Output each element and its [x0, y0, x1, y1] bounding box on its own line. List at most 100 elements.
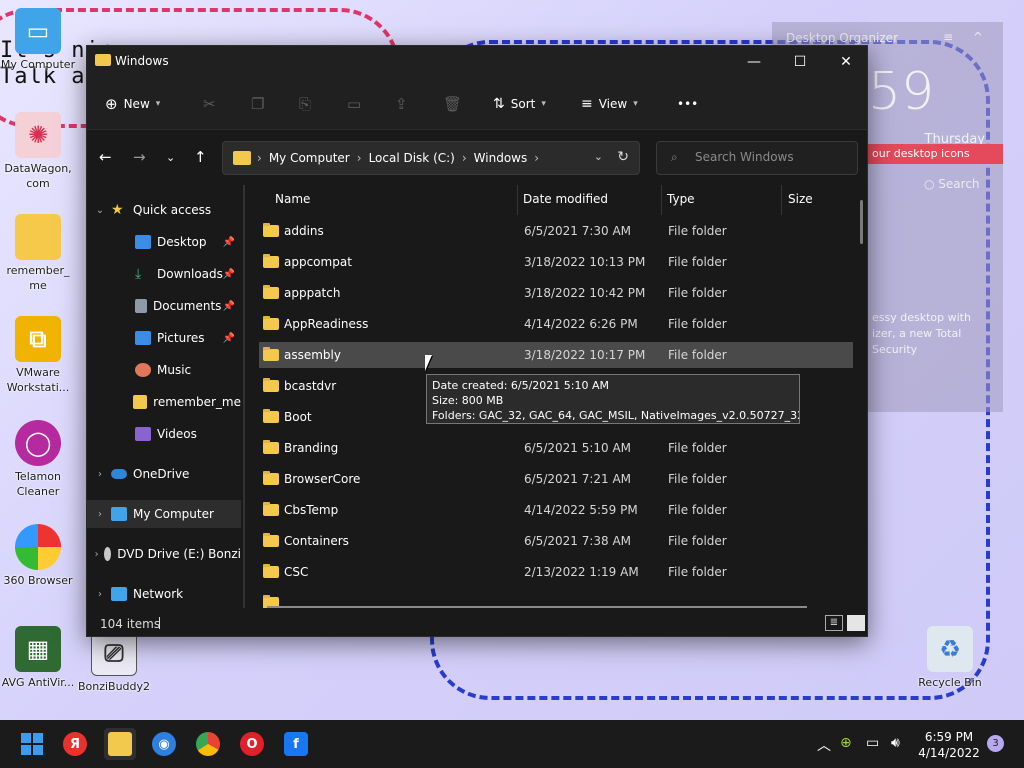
notification-badge[interactable]: 3: [987, 735, 1004, 752]
nav-item-music[interactable]: Music: [87, 356, 241, 384]
sort-button[interactable]: ⇅ Sort ▾: [493, 78, 546, 130]
breadcrumb-my-computer[interactable]: My Computer: [269, 151, 350, 165]
recent-locations-button[interactable]: ⌄: [166, 151, 175, 164]
cut-button[interactable]: ✂: [203, 78, 216, 130]
minimize-button[interactable]: —: [731, 46, 777, 78]
chevron-right-icon[interactable]: ›: [93, 509, 107, 520]
back-button[interactable]: ←: [99, 148, 112, 166]
address-bar[interactable]: › My Computer › Local Disk (C:) › Window…: [222, 141, 640, 175]
chevron-right-icon[interactable]: ›: [93, 589, 107, 600]
desktop-icon-datawagon[interactable]: ✺ DataWagon, com: [0, 112, 76, 191]
desktop-icon-my-computer[interactable]: ▭ My Computer: [0, 8, 76, 72]
nav-item-documents[interactable]: Documents 📌: [87, 292, 241, 320]
file-name: Containers: [284, 534, 349, 548]
tray-app-icon[interactable]: ⊕: [840, 735, 852, 751]
chevron-right-icon[interactable]: ›: [93, 469, 107, 480]
column-header-date[interactable]: Date modified: [523, 185, 608, 215]
file-list-scrollbar[interactable]: [860, 200, 863, 244]
file-row[interactable]: CbsTemp 4/14/2022 5:59 PM File folder: [259, 497, 853, 523]
volume-icon[interactable]: 🔊︎: [891, 735, 900, 751]
large-icons-view-button[interactable]: [847, 615, 865, 631]
start-button[interactable]: [16, 728, 48, 760]
file-row[interactable]: Containers 6/5/2021 7:38 AM File folder: [259, 528, 853, 554]
new-button[interactable]: ⊕ New ▾: [105, 78, 160, 130]
desktop-icon-360-browser[interactable]: 360 Browser: [0, 524, 76, 588]
organizer-hide-icons-button[interactable]: our desktop icons: [868, 144, 1003, 164]
search-input[interactable]: [695, 150, 845, 164]
nav-onedrive[interactable]: › OneDrive: [87, 460, 241, 488]
organizer-search[interactable]: ○ Search: [924, 177, 980, 191]
sort-icon: ⇅: [493, 96, 505, 112]
view-button[interactable]: ≡ View ▾: [581, 78, 638, 130]
breadcrumb-windows[interactable]: Windows: [474, 151, 528, 165]
details-view-button[interactable]: ≣: [825, 615, 843, 631]
chevron-right-icon[interactable]: ›: [462, 151, 467, 165]
chevron-right-icon[interactable]: ›: [93, 549, 100, 560]
chevron-right-icon[interactable]: ›: [357, 151, 362, 165]
file-row[interactable]: CSC 2/13/2022 1:19 AM File folder: [259, 559, 853, 585]
nav-item-desktop[interactable]: Desktop 📌: [87, 228, 241, 256]
desktop-icon-remember-me[interactable]: remember_ me: [0, 214, 76, 293]
file-row[interactable]: BrowserCore 6/5/2021 7:21 AM File folder: [259, 466, 853, 492]
clock[interactable]: 6:59 PM 4/14/2022: [914, 729, 984, 761]
desktop-icon-telamon[interactable]: ◯ Telamon Cleaner: [0, 420, 76, 499]
column-divider[interactable]: [781, 185, 782, 215]
search-box[interactable]: ⌕: [656, 141, 858, 175]
nav-scrollbar[interactable]: [243, 185, 245, 608]
folder-icon: [263, 564, 279, 578]
nav-item-remember-me[interactable]: remember_me: [87, 388, 241, 416]
file-row[interactable]: addins 6/5/2021 7:30 AM File folder: [259, 218, 853, 244]
column-divider[interactable]: [517, 185, 518, 215]
column-divider[interactable]: [661, 185, 662, 215]
arrow-right-icon: →: [133, 148, 146, 166]
refresh-button[interactable]: ↻: [617, 149, 629, 165]
desktop-icon-avg[interactable]: ▦ AVG AntiVir...: [0, 626, 76, 690]
nav-dvd-drive[interactable]: › DVD Drive (E:) Bonzi: [87, 540, 241, 568]
nav-my-computer[interactable]: › My Computer: [87, 500, 241, 528]
desktop-icon-vmware[interactable]: ⧉ VMware Workstati...: [0, 316, 76, 395]
maximize-button[interactable]: ☐: [777, 46, 823, 78]
file-row-hovered[interactable]: assembly 3/18/2022 10:17 PM File folder: [259, 342, 853, 368]
delete-button[interactable]: 🗑: [443, 78, 462, 130]
taskbar-browser[interactable]: ◉: [148, 728, 180, 760]
rename-button[interactable]: ▭: [347, 78, 361, 130]
column-header-size[interactable]: Size: [788, 185, 813, 215]
title-bar[interactable]: Windows — ☐ ✕: [87, 46, 867, 78]
column-header-name[interactable]: Name: [275, 185, 310, 215]
address-dropdown-button[interactable]: ⌄: [594, 150, 603, 163]
desktop-icon-bonzibuddy[interactable]: ⎚ BonziBuddy2: [76, 630, 152, 694]
forward-button[interactable]: →: [133, 148, 146, 166]
chevron-down-icon: ▾: [541, 99, 546, 109]
copy-button[interactable]: ❐: [251, 78, 264, 130]
taskbar-opera[interactable]: O: [236, 728, 268, 760]
more-options-button[interactable]: •••: [677, 78, 698, 130]
file-row[interactable]: Branding 6/5/2021 5:10 AM File folder: [259, 435, 853, 461]
share-button[interactable]: ⇪: [395, 78, 408, 130]
paste-button[interactable]: ⎘: [299, 78, 311, 130]
file-row[interactable]: AppReadiness 4/14/2022 6:26 PM File folder: [259, 311, 853, 337]
organizer-controls[interactable]: ≡ ^: [943, 30, 991, 44]
taskbar-chrome[interactable]: [192, 728, 224, 760]
datawagon-icon: ✺: [15, 112, 61, 158]
nav-network[interactable]: › Network: [87, 580, 241, 608]
column-header-type[interactable]: Type: [667, 185, 695, 215]
chevron-down-icon[interactable]: ⌄: [93, 205, 107, 216]
taskbar-facebook[interactable]: f: [280, 728, 312, 760]
taskbar-yandex[interactable]: Я: [59, 728, 91, 760]
search-icon: ○: [924, 177, 939, 191]
breadcrumb-local-disk[interactable]: Local Disk (C:): [369, 151, 455, 165]
nav-item-videos[interactable]: Videos: [87, 420, 241, 448]
file-type: File folder: [668, 503, 727, 517]
nav-item-downloads[interactable]: ⤓ Downloads 📌: [87, 260, 241, 288]
close-button[interactable]: ✕: [823, 46, 867, 78]
desktop-icon-recycle-bin[interactable]: ♻ Recycle Bin: [912, 626, 988, 690]
taskbar-file-explorer[interactable]: [104, 728, 136, 760]
nav-item-pictures[interactable]: Pictures 📌: [87, 324, 241, 352]
up-button[interactable]: ↑: [194, 148, 207, 166]
nav-quick-access[interactable]: ⌄ ★ Quick access: [87, 196, 241, 224]
network-tray-icon[interactable]: ▭: [866, 735, 879, 751]
file-row[interactable]: apppatch 3/18/2022 10:42 PM File folder: [259, 280, 853, 306]
file-row[interactable]: appcompat 3/18/2022 10:13 PM File folder: [259, 249, 853, 275]
chevron-right-icon[interactable]: ›: [534, 151, 539, 165]
show-hidden-icons-button[interactable]: ︿: [817, 735, 831, 755]
